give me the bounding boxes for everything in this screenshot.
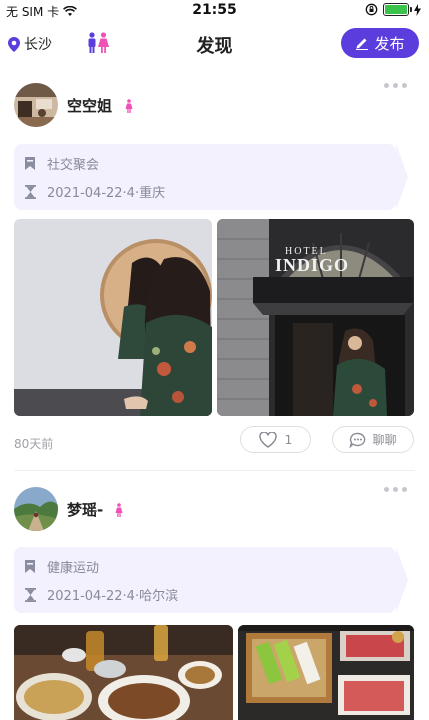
orientation-lock-icon bbox=[365, 3, 378, 16]
hourglass-icon bbox=[23, 184, 37, 199]
hourglass-icon bbox=[23, 587, 37, 602]
avatar[interactable] bbox=[14, 487, 58, 531]
chat-button[interactable]: 聊聊 bbox=[332, 426, 414, 453]
post-photo[interactable] bbox=[14, 625, 233, 720]
post-photo[interactable] bbox=[238, 625, 414, 720]
battery-icon bbox=[383, 3, 412, 16]
post-card: 空空姐 社交聚会 2021-04-22·4·重庆 HOTEL INDIGO 80… bbox=[0, 68, 429, 470]
like-count: 1 bbox=[284, 432, 293, 447]
avatar[interactable] bbox=[14, 83, 58, 127]
edit-icon bbox=[356, 38, 369, 50]
location-label: 长沙 bbox=[24, 37, 52, 53]
status-bar: 无 SIM 卡 21:55 bbox=[0, 0, 429, 22]
location-selector[interactable]: 长沙 bbox=[8, 34, 52, 54]
more-options-button[interactable] bbox=[384, 83, 407, 88]
post-photo[interactable] bbox=[14, 219, 212, 416]
post-photo[interactable]: HOTEL INDIGO bbox=[217, 219, 414, 416]
publish-label: 发布 bbox=[374, 34, 405, 53]
female-icon bbox=[125, 99, 133, 113]
more-options-button[interactable] bbox=[384, 487, 407, 492]
event-category: 社交聚会 bbox=[47, 158, 100, 173]
post-time: 80天前 bbox=[14, 437, 54, 451]
top-nav-bar: 长沙 发现 发布 bbox=[0, 22, 429, 68]
bookmark-icon bbox=[23, 560, 37, 574]
gender-filter-icon[interactable] bbox=[86, 32, 110, 54]
publish-button[interactable]: 发布 bbox=[341, 28, 419, 58]
event-category: 健康运动 bbox=[47, 561, 100, 576]
location-pin-icon bbox=[8, 36, 20, 52]
event-tag-box: 社交聚会 2021-04-22·4·重庆 bbox=[14, 144, 408, 210]
female-icon bbox=[115, 503, 123, 517]
username[interactable]: 梦瑶- bbox=[67, 499, 103, 520]
bookmark-icon bbox=[23, 157, 37, 171]
username[interactable]: 空空姐 bbox=[67, 95, 112, 116]
charging-icon bbox=[414, 3, 421, 16]
post-card: 梦瑶- 健康运动 2021-04-22·4·哈尔滨 bbox=[0, 472, 429, 720]
hotel-sign-big: INDIGO bbox=[275, 255, 349, 275]
event-tag-box: 健康运动 2021-04-22·4·哈尔滨 bbox=[14, 547, 408, 613]
chat-bubble-icon bbox=[349, 432, 366, 448]
event-info: 2021-04-22·4·哈尔滨 bbox=[47, 589, 179, 604]
like-button[interactable]: 1 bbox=[240, 426, 311, 453]
heart-icon bbox=[258, 431, 277, 448]
post-divider bbox=[14, 470, 415, 471]
event-info: 2021-04-22·4·重庆 bbox=[47, 186, 166, 201]
chat-label: 聊聊 bbox=[372, 433, 397, 447]
